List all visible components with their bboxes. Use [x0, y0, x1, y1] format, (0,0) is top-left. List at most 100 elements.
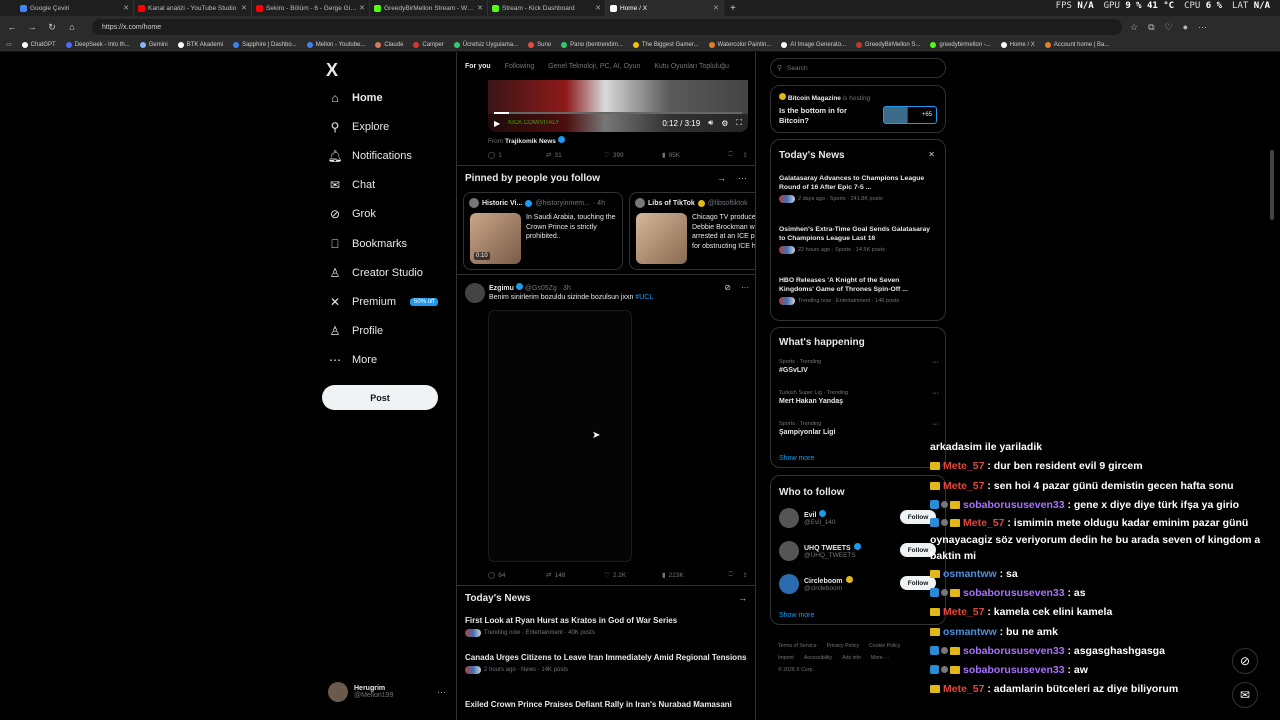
- browser-tab[interactable]: Kanal analizi - YouTube Studio ✕: [134, 0, 252, 16]
- post-button[interactable]: Post: [322, 385, 438, 410]
- reload-icon[interactable]: ↻: [46, 22, 58, 33]
- extensions-icon[interactable]: ⧉: [1148, 22, 1154, 33]
- nav-item-explore[interactable]: ⚲ Explore: [328, 120, 390, 134]
- chat-username[interactable]: Mete_57: [963, 517, 1004, 529]
- news-item[interactable]: Exiled Crown Prince Praises Defiant Rall…: [465, 700, 751, 710]
- grok-icon[interactable]: ⊘: [724, 283, 731, 292]
- show-more-link[interactable]: Show more: [779, 455, 814, 462]
- footer-link[interactable]: More ···: [871, 655, 889, 661]
- more-icon[interactable]: ···: [932, 390, 939, 397]
- bookmark-item[interactable]: GreedyBirMellon S...: [856, 41, 920, 48]
- bookmark-item[interactable]: Pano (bentrendim...: [561, 41, 623, 48]
- post-media[interactable]: [488, 310, 632, 562]
- nav-item-profile[interactable]: ♙ Profile: [328, 324, 384, 338]
- trend-item[interactable]: Turkish Super Lig · Trending Mert Hakan Y…: [779, 390, 939, 405]
- footer-link[interactable]: Accessibility: [804, 655, 832, 661]
- bookmark-item[interactable]: Suno: [528, 41, 551, 48]
- browser-tab[interactable]: GreedyBirMellon Stream - Watch ...✕: [370, 0, 488, 16]
- grok-icon[interactable]: ⊘: [1232, 648, 1258, 674]
- nav-item-creator-studio[interactable]: ♙ Creator Studio: [328, 266, 423, 280]
- chat-username[interactable]: Mete_57: [943, 683, 984, 695]
- settings-icon[interactable]: ⚙: [721, 119, 728, 128]
- x-logo[interactable]: X: [326, 60, 338, 81]
- bookmark-item[interactable]: Gemini: [139, 41, 168, 48]
- feed-tab[interactable]: Genel Teknoloji, PC, AI, Oyun: [548, 63, 640, 70]
- chat-username[interactable]: sobaborususeven33: [963, 664, 1065, 676]
- footer-link[interactable]: Imprint: [778, 655, 794, 661]
- search-input[interactable]: ⚲ Search: [770, 58, 946, 78]
- profile-icon[interactable]: ●: [1183, 22, 1188, 33]
- post-author[interactable]: Ezgimu: [489, 285, 514, 292]
- pinned-post-card[interactable]: Historic Vi... @historyinmem... · 4h 0:10 In…: [463, 192, 623, 270]
- chat-username[interactable]: osmantww: [943, 626, 997, 638]
- chat-username[interactable]: osmantww: [943, 568, 997, 580]
- more-icon[interactable]: ···: [932, 421, 939, 428]
- post-handle[interactable]: @Gs05Zg: [525, 285, 557, 292]
- footer-link[interactable]: Ads info: [842, 655, 861, 661]
- bookmark-item[interactable]: Claude: [375, 41, 403, 48]
- spaces-card[interactable]: Bitcoin Magazine is hosting Is the botto…: [770, 85, 946, 133]
- news-item[interactable]: Canada Urges Citizens to Leave Iran Imme…: [465, 653, 751, 674]
- show-more-link[interactable]: Show more: [779, 612, 814, 619]
- bookmark-item[interactable]: BTK Akademi: [177, 41, 223, 48]
- bookmark-item[interactable]: ChatGPT: [21, 41, 56, 48]
- pinned-post-card[interactable]: Libs of TikTok @libsoftiktok Chicago TV pr…: [629, 192, 755, 270]
- nav-item-notifications[interactable]: 🔔︎ Notifications: [327, 149, 412, 163]
- more-icon[interactable]: ···: [741, 283, 749, 292]
- tab-close-icon[interactable]: ✕: [595, 4, 601, 12]
- arrow-right-icon[interactable]: →: [717, 173, 726, 183]
- footer-link[interactable]: Cookie Policy: [869, 643, 900, 649]
- source-link[interactable]: Trajikomik News: [505, 138, 556, 145]
- chat-username[interactable]: Mete_57: [943, 480, 984, 492]
- fullscreen-icon[interactable]: ⛶: [736, 118, 742, 128]
- trend-item[interactable]: Sports · Trending #GSvLIV ···: [779, 359, 939, 374]
- pinned-post-thumbnail[interactable]: 0:10: [470, 213, 521, 264]
- tab-close-icon[interactable]: ✕: [123, 4, 129, 12]
- reply-button[interactable]: ◯ 64: [488, 571, 546, 580]
- post-time[interactable]: · 3h: [559, 285, 571, 292]
- footer-link[interactable]: Terms of Service: [778, 643, 817, 649]
- star-icon[interactable]: ☆: [1130, 22, 1138, 33]
- nav-item-home[interactable]: ⌂ Home: [328, 91, 382, 105]
- bookmark-icon[interactable]: ⎕: [729, 151, 733, 159]
- share-icon[interactable]: ⇪: [743, 571, 748, 579]
- bookmark-item[interactable]: greedybirmellon -...: [930, 41, 991, 48]
- home-page-icon[interactable]: ⌂: [66, 22, 78, 32]
- hashtag-link[interactable]: #UCL: [635, 294, 653, 301]
- more-icon[interactable]: ···: [437, 687, 446, 697]
- volume-icon[interactable]: 🔊︎: [708, 118, 713, 128]
- bookmark-item[interactable]: Home / X: [1000, 41, 1035, 48]
- footer-link[interactable]: Privacy Policy: [827, 643, 859, 649]
- chat-username[interactable]: sobaborususeven33: [963, 499, 1065, 511]
- news-item[interactable]: Galatasaray Advances to Champions League…: [779, 174, 931, 203]
- browser-tab[interactable]: Google Çeviri ✕: [16, 0, 134, 16]
- bookmark-item[interactable]: AI Image Generato...: [781, 41, 846, 48]
- news-item[interactable]: Osimhen's Extra-Time Goal Sends Galatasa…: [779, 225, 931, 254]
- bookmark-item[interactable]: Ücretsiz Uygulama...: [453, 41, 518, 48]
- repost-button[interactable]: ⇄ 148: [546, 571, 604, 580]
- menu-icon[interactable]: ⋯: [1198, 22, 1207, 33]
- views-button[interactable]: ▮ 223K: [662, 571, 720, 580]
- chat-username[interactable]: Mete_57: [943, 460, 984, 472]
- bookmark-item[interactable]: DeepSeek - Into th...: [65, 41, 130, 48]
- bookmark-item[interactable]: Sapphire | Dashbo...: [233, 41, 297, 48]
- views-button[interactable]: ▮ 95K: [662, 151, 720, 160]
- url-field[interactable]: https://x.com/home: [92, 19, 1122, 35]
- browser-tab[interactable]: Sekiro - Bölüm - 6 - Gerge Gigie - ...✕: [252, 0, 370, 16]
- nav-item-bookmarks[interactable]: ⎕ Bookmarks: [328, 237, 407, 251]
- account-switcher[interactable]: Herugrim @Mellon199 ···: [328, 682, 446, 702]
- nav-item-more[interactable]: ⋯ More: [328, 353, 377, 367]
- bookmark-item[interactable]: Camper: [413, 41, 444, 48]
- repost-button[interactable]: ⇄ 31: [546, 151, 604, 160]
- play-icon[interactable]: ▶: [494, 119, 500, 128]
- forward-icon[interactable]: →: [26, 22, 38, 32]
- video-player[interactable]: ▶ KICK.COM/VITALY 0:12 / 3:19 🔊︎ ⚙ ⛶: [488, 80, 748, 132]
- news-item[interactable]: HBO Releases 'A Knight of the Seven King…: [779, 276, 931, 305]
- chat-username[interactable]: sobaborususeven33: [963, 587, 1065, 599]
- tab-close-icon[interactable]: ✕: [359, 4, 365, 12]
- tab-close-icon[interactable]: ✕: [713, 4, 719, 12]
- share-icon[interactable]: ⇪: [743, 151, 748, 159]
- feed-tab[interactable]: For you: [465, 63, 491, 70]
- browser-tab[interactable]: Stream - Kick Dashboard ✕: [488, 0, 606, 16]
- back-icon[interactable]: ←: [6, 22, 18, 32]
